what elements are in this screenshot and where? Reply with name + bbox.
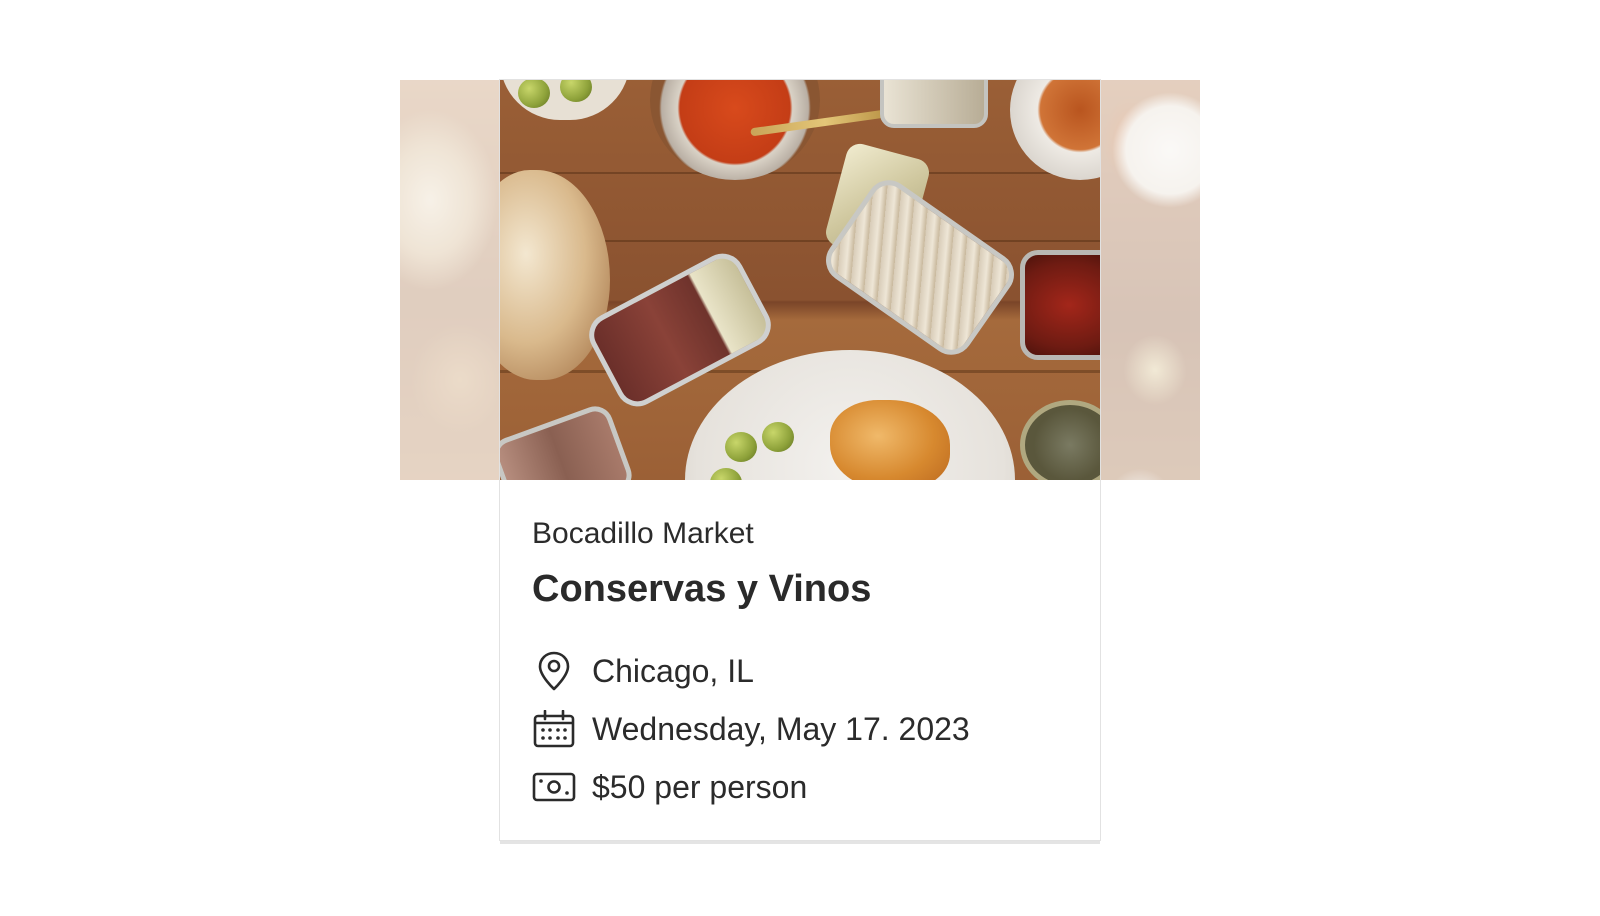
olive [762,422,794,452]
event-hero-image [500,80,1100,480]
price-row: $50 per person [532,758,1068,816]
vendor-name: Bocadillo Market [532,517,754,550]
date-row: Wednesday, May 17. 2023 [532,700,1068,758]
tin [1020,400,1100,480]
event-details: Bocadillo Market Conservas y Vinos Chica… [500,480,1100,816]
next-slide-image[interactable] [1100,80,1200,480]
tin [500,401,637,480]
event-title[interactable]: Conservas y Vinos [532,566,1068,612]
location-text: Chicago, IL [592,652,754,689]
toast [830,400,950,480]
mussel-bowl [1010,80,1100,180]
olive [725,432,757,462]
map-pin-icon [532,651,576,691]
calendar-icon [532,709,576,749]
location-row: Chicago, IL [532,642,1068,700]
tin [1020,250,1100,360]
previous-slide-image[interactable] [400,80,500,480]
carousel: Bocadillo Market Conservas y Vinos Chica… [0,0,1600,916]
price-text: $50 per person [592,768,808,805]
cash-icon [532,767,576,807]
event-card[interactable]: Bocadillo Market Conservas y Vinos Chica… [500,80,1100,840]
tin [880,80,988,128]
date-text: Wednesday, May 17. 2023 [592,710,970,747]
